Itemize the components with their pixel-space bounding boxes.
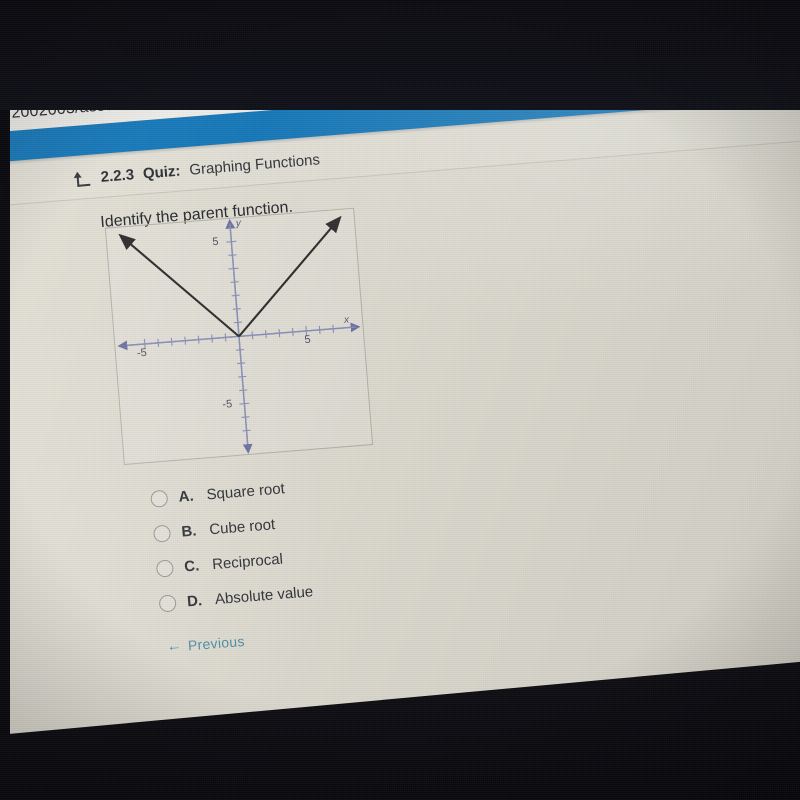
y-tick-label-5: 5 (211, 235, 219, 249)
option-letter: D. (186, 592, 203, 611)
option-letter: A. (178, 487, 195, 506)
photo-of-laptop-screen: Apex Learning - Courses × King Von - Cra… (0, 0, 800, 800)
dark-surround-top (0, 0, 800, 110)
answer-option-b[interactable]: B. Cube root (152, 514, 308, 543)
option-text: Reciprocal (211, 550, 284, 574)
x-tick-label-5: 5 (304, 333, 312, 347)
y-tick-label-negative-5: -5 (221, 398, 233, 411)
option-letter: C. (183, 557, 200, 576)
laptop-screen: Apex Learning - Courses × King Von - Cra… (0, 0, 800, 766)
option-text: Absolute value (214, 583, 314, 609)
answer-option-d[interactable]: D. Absolute value (158, 583, 314, 613)
option-letter: B. (180, 522, 198, 541)
previous-label: Previous (187, 632, 246, 653)
radio-button[interactable] (158, 594, 177, 613)
quiz-number: 2.2.3 (100, 166, 135, 186)
y-axis-label: y (235, 217, 242, 230)
quiz-page: 2.2.3 Quiz: Graphing Functions Identify … (0, 96, 800, 766)
answer-options: A. Square root B. Cube root C. Reciproca… (150, 479, 314, 613)
quiz-type-label: Quiz: (142, 162, 182, 183)
quiz-topic: Graphing Functions (188, 151, 321, 179)
radio-button[interactable] (152, 524, 172, 543)
x-tick-label-negative-5: -5 (136, 346, 148, 360)
answer-option-c[interactable]: C. Reciprocal (155, 548, 311, 578)
x-axis-label: x (343, 314, 350, 326)
option-text: Cube root (208, 516, 276, 539)
dark-surround-left (0, 0, 10, 800)
radio-button[interactable] (155, 559, 175, 578)
absolute-value-graph (117, 215, 361, 454)
answer-option-a[interactable]: A. Square root (150, 479, 305, 508)
return-arrow-icon[interactable] (72, 170, 92, 187)
previous-button[interactable]: ← Previous (166, 632, 245, 655)
graph-figure: -5 5 5 -5 y x (104, 207, 374, 466)
left-arrow-icon: ← (165, 636, 183, 656)
radio-button[interactable] (150, 489, 169, 508)
option-text: Square root (205, 480, 286, 504)
